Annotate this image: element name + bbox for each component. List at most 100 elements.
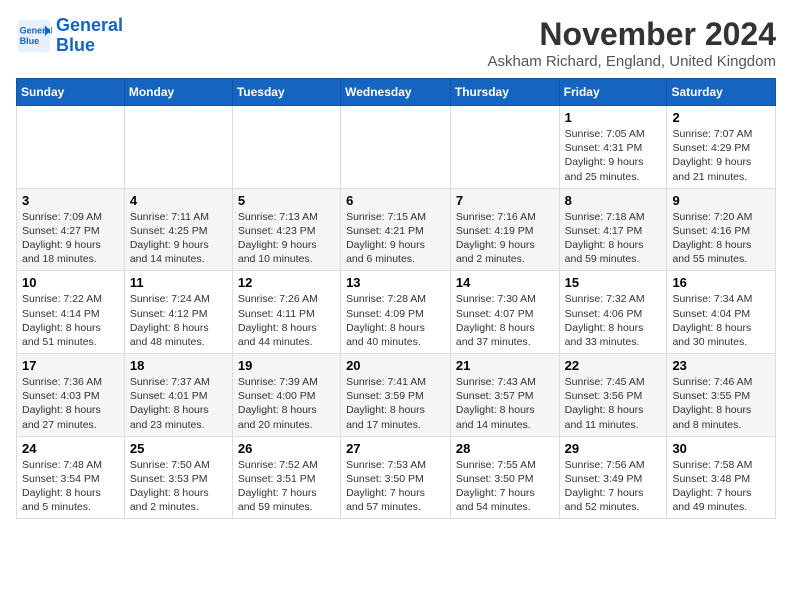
day-info: Sunrise: 7:36 AM Sunset: 4:03 PM Dayligh…	[22, 375, 119, 432]
calendar-week-row: 24 Sunrise: 7:48 AM Sunset: 3:54 PM Dayli…	[17, 436, 776, 519]
weekday-header-row: SundayMondayTuesdayWednesdayThursdayFrid…	[17, 79, 776, 106]
day-number: 18	[130, 358, 227, 373]
day-info: Sunrise: 7:13 AM Sunset: 4:23 PM Dayligh…	[238, 210, 335, 267]
day-info: Sunrise: 7:28 AM Sunset: 4:09 PM Dayligh…	[346, 292, 445, 349]
page-header: General Blue General Blue November 2024 …	[16, 16, 776, 70]
logo-text: General Blue	[56, 16, 123, 56]
calendar-day-cell	[232, 106, 340, 189]
day-number: 3	[22, 193, 119, 208]
day-number: 1	[565, 110, 662, 125]
calendar-day-cell: 11 Sunrise: 7:24 AM Sunset: 4:12 PM Dayli…	[124, 271, 232, 354]
weekday-header: Monday	[124, 79, 232, 106]
calendar-day-cell: 26 Sunrise: 7:52 AM Sunset: 3:51 PM Dayli…	[232, 436, 340, 519]
day-number: 28	[456, 441, 554, 456]
day-info: Sunrise: 7:48 AM Sunset: 3:54 PM Dayligh…	[22, 458, 119, 515]
weekday-header: Sunday	[17, 79, 125, 106]
calendar-day-cell: 9 Sunrise: 7:20 AM Sunset: 4:16 PM Daylig…	[667, 188, 776, 271]
calendar-day-cell: 16 Sunrise: 7:34 AM Sunset: 4:04 PM Dayli…	[667, 271, 776, 354]
calendar-day-cell: 3Sunrise: 7:09 AM Sunset: 4:27 PM Daylig…	[17, 188, 125, 271]
day-number: 20	[346, 358, 445, 373]
calendar-day-cell: 25Sunrise: 7:50 AM Sunset: 3:53 PM Dayli…	[124, 436, 232, 519]
calendar-day-cell: 29 Sunrise: 7:56 AM Sunset: 3:49 PM Dayli…	[559, 436, 667, 519]
day-number: 27	[346, 441, 445, 456]
day-number: 8	[565, 193, 662, 208]
calendar-day-cell: 12Sunrise: 7:26 AM Sunset: 4:11 PM Dayli…	[232, 271, 340, 354]
day-info: Sunrise: 7:20 AM Sunset: 4:16 PM Dayligh…	[672, 210, 770, 267]
day-info: Sunrise: 7:56 AM Sunset: 3:49 PM Dayligh…	[565, 458, 662, 515]
calendar-day-cell: 1 Sunrise: 7:05 AM Sunset: 4:31 PM Daylig…	[559, 106, 667, 189]
month-title: November 2024	[488, 16, 777, 53]
calendar-day-cell: 13Sunrise: 7:28 AM Sunset: 4:09 PM Dayli…	[341, 271, 451, 354]
weekday-header: Wednesday	[341, 79, 451, 106]
day-info: Sunrise: 7:55 AM Sunset: 3:50 PM Dayligh…	[456, 458, 554, 515]
calendar-day-cell: 14 Sunrise: 7:30 AM Sunset: 4:07 PM Dayli…	[450, 271, 559, 354]
calendar-day-cell: 17 Sunrise: 7:36 AM Sunset: 4:03 PM Dayli…	[17, 354, 125, 437]
calendar-day-cell	[17, 106, 125, 189]
calendar-day-cell: 28 Sunrise: 7:55 AM Sunset: 3:50 PM Dayli…	[450, 436, 559, 519]
day-info: Sunrise: 7:43 AM Sunset: 3:57 PM Dayligh…	[456, 375, 554, 432]
calendar-day-cell: 19 Sunrise: 7:39 AM Sunset: 4:00 PM Dayli…	[232, 354, 340, 437]
calendar-day-cell	[341, 106, 451, 189]
day-info: Sunrise: 7:32 AM Sunset: 4:06 PM Dayligh…	[565, 292, 662, 349]
day-number: 14	[456, 275, 554, 290]
title-block: November 2024 Askham Richard, England, U…	[488, 16, 777, 70]
day-info: Sunrise: 7:26 AM Sunset: 4:11 PM Dayligh…	[238, 292, 335, 349]
day-number: 15	[565, 275, 662, 290]
day-number: 9	[672, 193, 770, 208]
day-info: Sunrise: 7:05 AM Sunset: 4:31 PM Dayligh…	[565, 127, 662, 184]
calendar-week-row: 17 Sunrise: 7:36 AM Sunset: 4:03 PM Dayli…	[17, 354, 776, 437]
calendar-day-cell: 30 Sunrise: 7:58 AM Sunset: 3:48 PM Dayli…	[667, 436, 776, 519]
day-number: 10	[22, 275, 119, 290]
day-number: 21	[456, 358, 554, 373]
logo: General Blue General Blue	[16, 16, 123, 56]
day-number: 11	[130, 275, 227, 290]
calendar-day-cell: 7Sunrise: 7:16 AM Sunset: 4:19 PM Daylig…	[450, 188, 559, 271]
calendar-day-cell: 10 Sunrise: 7:22 AM Sunset: 4:14 PM Dayli…	[17, 271, 125, 354]
calendar-day-cell: 2 Sunrise: 7:07 AM Sunset: 4:29 PM Daylig…	[667, 106, 776, 189]
day-number: 19	[238, 358, 335, 373]
day-info: Sunrise: 7:37 AM Sunset: 4:01 PM Dayligh…	[130, 375, 227, 432]
day-number: 23	[672, 358, 770, 373]
day-number: 6	[346, 193, 445, 208]
weekday-header: Saturday	[667, 79, 776, 106]
day-info: Sunrise: 7:11 AM Sunset: 4:25 PM Dayligh…	[130, 210, 227, 267]
day-number: 26	[238, 441, 335, 456]
calendar-day-cell	[450, 106, 559, 189]
calendar-week-row: 10 Sunrise: 7:22 AM Sunset: 4:14 PM Dayli…	[17, 271, 776, 354]
day-info: Sunrise: 7:34 AM Sunset: 4:04 PM Dayligh…	[672, 292, 770, 349]
day-number: 16	[672, 275, 770, 290]
day-info: Sunrise: 7:53 AM Sunset: 3:50 PM Dayligh…	[346, 458, 445, 515]
svg-text:Blue: Blue	[20, 36, 40, 46]
calendar-day-cell: 4Sunrise: 7:11 AM Sunset: 4:25 PM Daylig…	[124, 188, 232, 271]
calendar-week-row: 3Sunrise: 7:09 AM Sunset: 4:27 PM Daylig…	[17, 188, 776, 271]
day-info: Sunrise: 7:58 AM Sunset: 3:48 PM Dayligh…	[672, 458, 770, 515]
day-info: Sunrise: 7:15 AM Sunset: 4:21 PM Dayligh…	[346, 210, 445, 267]
day-info: Sunrise: 7:39 AM Sunset: 4:00 PM Dayligh…	[238, 375, 335, 432]
day-info: Sunrise: 7:52 AM Sunset: 3:51 PM Dayligh…	[238, 458, 335, 515]
day-number: 29	[565, 441, 662, 456]
location-subtitle: Askham Richard, England, United Kingdom	[488, 53, 777, 70]
calendar-table: SundayMondayTuesdayWednesdayThursdayFrid…	[16, 78, 776, 519]
day-info: Sunrise: 7:45 AM Sunset: 3:56 PM Dayligh…	[565, 375, 662, 432]
calendar-day-cell: 6 Sunrise: 7:15 AM Sunset: 4:21 PM Daylig…	[341, 188, 451, 271]
day-info: Sunrise: 7:41 AM Sunset: 3:59 PM Dayligh…	[346, 375, 445, 432]
day-info: Sunrise: 7:24 AM Sunset: 4:12 PM Dayligh…	[130, 292, 227, 349]
day-info: Sunrise: 7:07 AM Sunset: 4:29 PM Dayligh…	[672, 127, 770, 184]
calendar-day-cell: 20 Sunrise: 7:41 AM Sunset: 3:59 PM Dayli…	[341, 354, 451, 437]
day-info: Sunrise: 7:30 AM Sunset: 4:07 PM Dayligh…	[456, 292, 554, 349]
calendar-day-cell: 24 Sunrise: 7:48 AM Sunset: 3:54 PM Dayli…	[17, 436, 125, 519]
calendar-day-cell: 18 Sunrise: 7:37 AM Sunset: 4:01 PM Dayli…	[124, 354, 232, 437]
day-number: 5	[238, 193, 335, 208]
calendar-day-cell: 27 Sunrise: 7:53 AM Sunset: 3:50 PM Dayli…	[341, 436, 451, 519]
day-number: 24	[22, 441, 119, 456]
day-info: Sunrise: 7:22 AM Sunset: 4:14 PM Dayligh…	[22, 292, 119, 349]
calendar-day-cell: 21 Sunrise: 7:43 AM Sunset: 3:57 PM Dayli…	[450, 354, 559, 437]
day-info: Sunrise: 7:50 AM Sunset: 3:53 PM Dayligh…	[130, 458, 227, 515]
day-number: 30	[672, 441, 770, 456]
day-info: Sunrise: 7:18 AM Sunset: 4:17 PM Dayligh…	[565, 210, 662, 267]
day-info: Sunrise: 7:46 AM Sunset: 3:55 PM Dayligh…	[672, 375, 770, 432]
calendar-day-cell	[124, 106, 232, 189]
weekday-header: Thursday	[450, 79, 559, 106]
day-number: 2	[672, 110, 770, 125]
day-number: 17	[22, 358, 119, 373]
